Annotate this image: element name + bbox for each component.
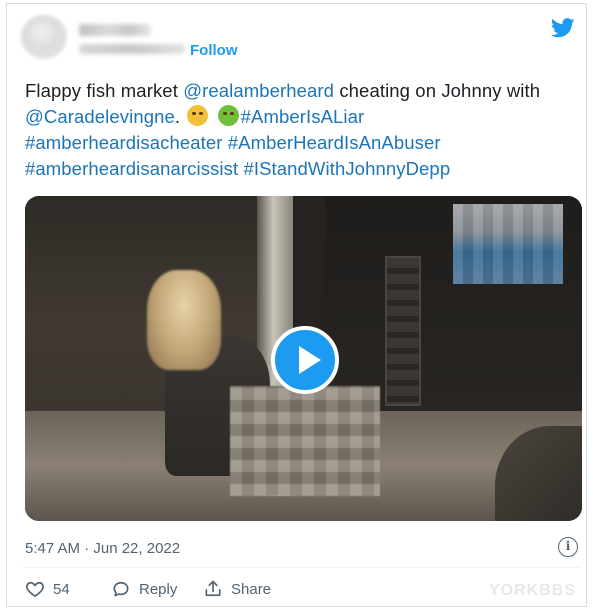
follow-button[interactable]: Follow — [190, 42, 238, 59]
video-scene-elevator-panel — [385, 256, 421, 406]
share-icon — [205, 580, 221, 597]
video-thumbnail[interactable] — [25, 196, 582, 521]
mention-link[interactable]: @Caradelevingne — [25, 106, 175, 127]
play-icon[interactable] — [271, 326, 339, 394]
divider — [23, 567, 580, 568]
hashtag-link[interactable]: #AmberHeardIsAnAbuser — [228, 132, 441, 153]
share-button[interactable]: Share — [203, 578, 271, 600]
nauseated-face-emoji-icon — [217, 105, 239, 126]
avatar[interactable] — [21, 15, 67, 59]
tweet-text-segment: cheating on Johnny with — [334, 80, 541, 101]
video-scene-person-head — [147, 270, 221, 370]
handle-blurred[interactable] — [79, 44, 185, 54]
reply-icon — [113, 581, 129, 597]
heart-icon — [26, 581, 44, 598]
pixelated-region — [230, 386, 380, 496]
watermark: YORKBBS — [489, 582, 577, 599]
info-icon[interactable]: i — [558, 537, 578, 557]
twitter-bird-icon[interactable] — [551, 17, 575, 39]
crying-face-emoji-icon — [187, 105, 209, 126]
mention-link[interactable]: @realamberheard — [183, 80, 334, 101]
tweet-card: Follow Flappy fish market @realamberhear… — [6, 3, 587, 607]
reply-label: Reply — [139, 580, 178, 598]
tweet-timestamp[interactable]: 5:47 AM · Jun 22, 2022 — [25, 540, 180, 557]
tweet-text-segment: Flappy fish market — [25, 80, 184, 101]
like-button[interactable]: 54 — [25, 578, 70, 600]
display-name-blurred[interactable] — [79, 24, 151, 36]
tweet-text-segment: . — [174, 106, 186, 127]
hashtag-link[interactable]: #amberheardisanarcissist — [25, 158, 238, 179]
hashtag-link[interactable]: #IStandWithJohnnyDepp — [243, 158, 450, 179]
pixelated-tag-region — [453, 204, 563, 284]
share-label: Share — [231, 580, 272, 598]
like-count: 54 — [53, 580, 70, 598]
tweet-text: Flappy fish market @realamberheard cheat… — [25, 78, 580, 182]
hashtag-link[interactable]: #AmberIsALiar — [241, 106, 365, 127]
hashtag-link[interactable]: #amberheardisacheater — [25, 132, 223, 153]
reply-button[interactable]: Reply — [111, 578, 177, 600]
